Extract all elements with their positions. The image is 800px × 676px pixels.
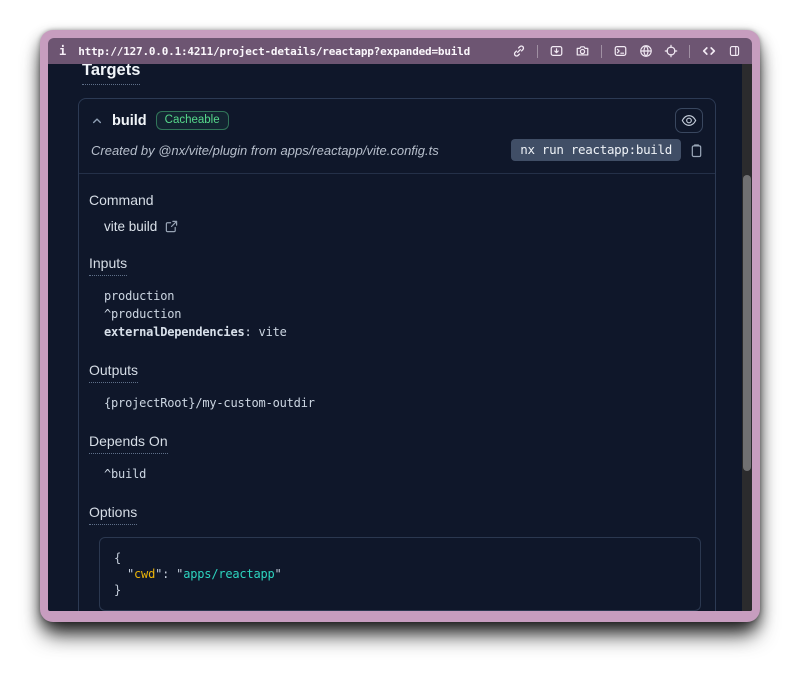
- json-line: "cwd": "apps/reactapp": [114, 566, 686, 582]
- camera-icon[interactable]: [575, 44, 590, 58]
- build-card-header[interactable]: build Cacheable Created by @nx/vite/plug…: [79, 99, 715, 174]
- download-box-icon[interactable]: [549, 44, 564, 58]
- command-heading: Command: [89, 192, 703, 208]
- options-heading: Options: [89, 504, 703, 525]
- json-key: cwd: [134, 567, 155, 581]
- input-item: externalDependencies: vite: [104, 323, 703, 341]
- crosshair-icon[interactable]: [664, 44, 678, 58]
- copy-icon[interactable]: [690, 143, 703, 158]
- external-link-icon[interactable]: [165, 220, 178, 233]
- json-value: apps/reactapp: [183, 567, 274, 581]
- titlebar-divider: [601, 45, 602, 58]
- code-icon[interactable]: [701, 44, 717, 58]
- depends-on-item: ^build: [104, 465, 703, 483]
- chevron-up-icon[interactable]: [91, 115, 103, 127]
- output-item: {projectRoot}/my-custom-outdir: [104, 394, 703, 412]
- target-name: build: [112, 113, 147, 129]
- build-card-body: Command vite build Inputs: [79, 174, 715, 611]
- url-text[interactable]: http://127.0.0.1:4211/project-details/re…: [78, 45, 470, 58]
- scrollbar-track[interactable]: [742, 64, 752, 611]
- link-icon[interactable]: [512, 44, 526, 58]
- input-item: production: [104, 287, 703, 305]
- input-item: ^production: [104, 305, 703, 323]
- titlebar: i http://127.0.0.1:4211/project-details/…: [48, 38, 752, 64]
- target-card-build: build Cacheable Created by @nx/vite/plug…: [78, 98, 716, 611]
- titlebar-divider: [689, 45, 690, 58]
- outputs-heading: Outputs: [89, 362, 703, 383]
- info-icon: i: [59, 44, 66, 58]
- inputs-heading: Inputs: [89, 255, 703, 276]
- view-target-button[interactable]: [675, 108, 703, 133]
- page-content: Targets build Cacheable: [48, 64, 752, 611]
- created-by-text: Created by @nx/vite/plugin from apps/rea…: [91, 143, 439, 158]
- page-title: Targets: [82, 64, 716, 85]
- globe-icon[interactable]: [639, 44, 653, 58]
- depends-on-heading: Depends On: [89, 433, 703, 454]
- json-line: }: [114, 582, 686, 598]
- cacheable-badge: Cacheable: [156, 111, 229, 130]
- titlebar-divider: [537, 45, 538, 58]
- run-command-chip[interactable]: nx run reactapp:build: [511, 139, 681, 161]
- json-line: {: [114, 550, 686, 566]
- split-view-icon[interactable]: [728, 44, 741, 58]
- command-value: vite build: [104, 219, 703, 234]
- browser-window: i http://127.0.0.1:4211/project-details/…: [40, 30, 760, 622]
- terminal-icon[interactable]: [613, 44, 628, 58]
- scrollbar-thumb[interactable]: [743, 175, 751, 471]
- options-json-block: { "cwd": "apps/reactapp" }: [99, 537, 701, 611]
